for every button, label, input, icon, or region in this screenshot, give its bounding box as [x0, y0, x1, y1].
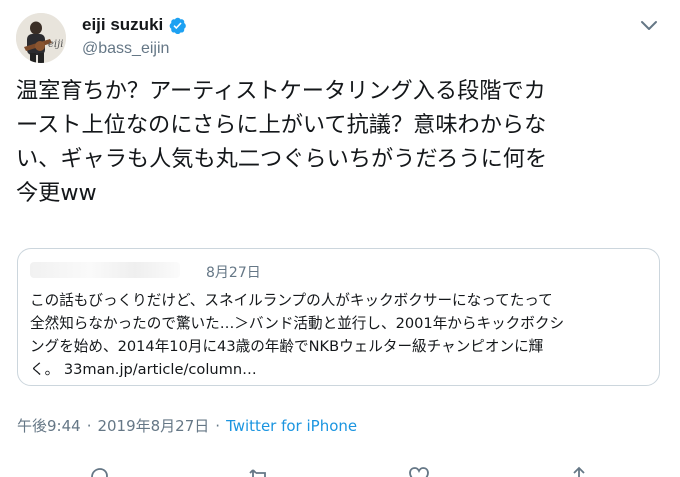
meta-separator: ·	[215, 416, 221, 435]
quoted-tweet[interactable]: 8月27日 この話もびっくりだけど、スネイルランプの人がキックボクサーになってた…	[17, 248, 660, 386]
retweet-icon[interactable]	[248, 466, 270, 477]
chevron-down-icon[interactable]	[640, 17, 658, 30]
tweet-metadata: 午後9:44 · 2019年8月27日 · Twitter for iPhone	[17, 415, 357, 436]
tweet-date[interactable]: 2019年8月27日	[97, 415, 209, 436]
avatar-logo-text: eiji	[48, 39, 63, 50]
share-icon[interactable]	[568, 466, 590, 477]
tweet-author: eiji suzuki @bass_eijin	[82, 14, 187, 58]
tweet-source-link[interactable]: Twitter for iPhone	[226, 417, 357, 435]
tweet-actions	[0, 466, 680, 477]
quoted-tweet-date[interactable]: 8月27日	[206, 262, 261, 282]
author-handle[interactable]: @bass_eijin	[82, 40, 187, 58]
avatar[interactable]: eiji	[16, 13, 66, 63]
meta-separator: ·	[86, 416, 92, 435]
verified-badge-icon	[168, 16, 187, 35]
quoted-tweet-text: この話もびっくりだけど、スネイルランプの人がキックボクサーになってたって 全然知…	[30, 292, 565, 378]
reply-icon[interactable]	[88, 466, 110, 477]
author-display-name[interactable]: eiji suzuki	[82, 15, 163, 35]
avatar-image: eiji	[16, 13, 66, 63]
redacted-name-blur	[30, 262, 180, 278]
tweet-time[interactable]: 午後9:44	[17, 415, 81, 436]
heart-icon[interactable]	[408, 466, 430, 477]
tweet-text: 温室育ちか？アーティストケータリング入る段階でカ ースト上位なのにさらに上がいて…	[16, 78, 548, 206]
quoted-author-redacted	[30, 262, 180, 278]
